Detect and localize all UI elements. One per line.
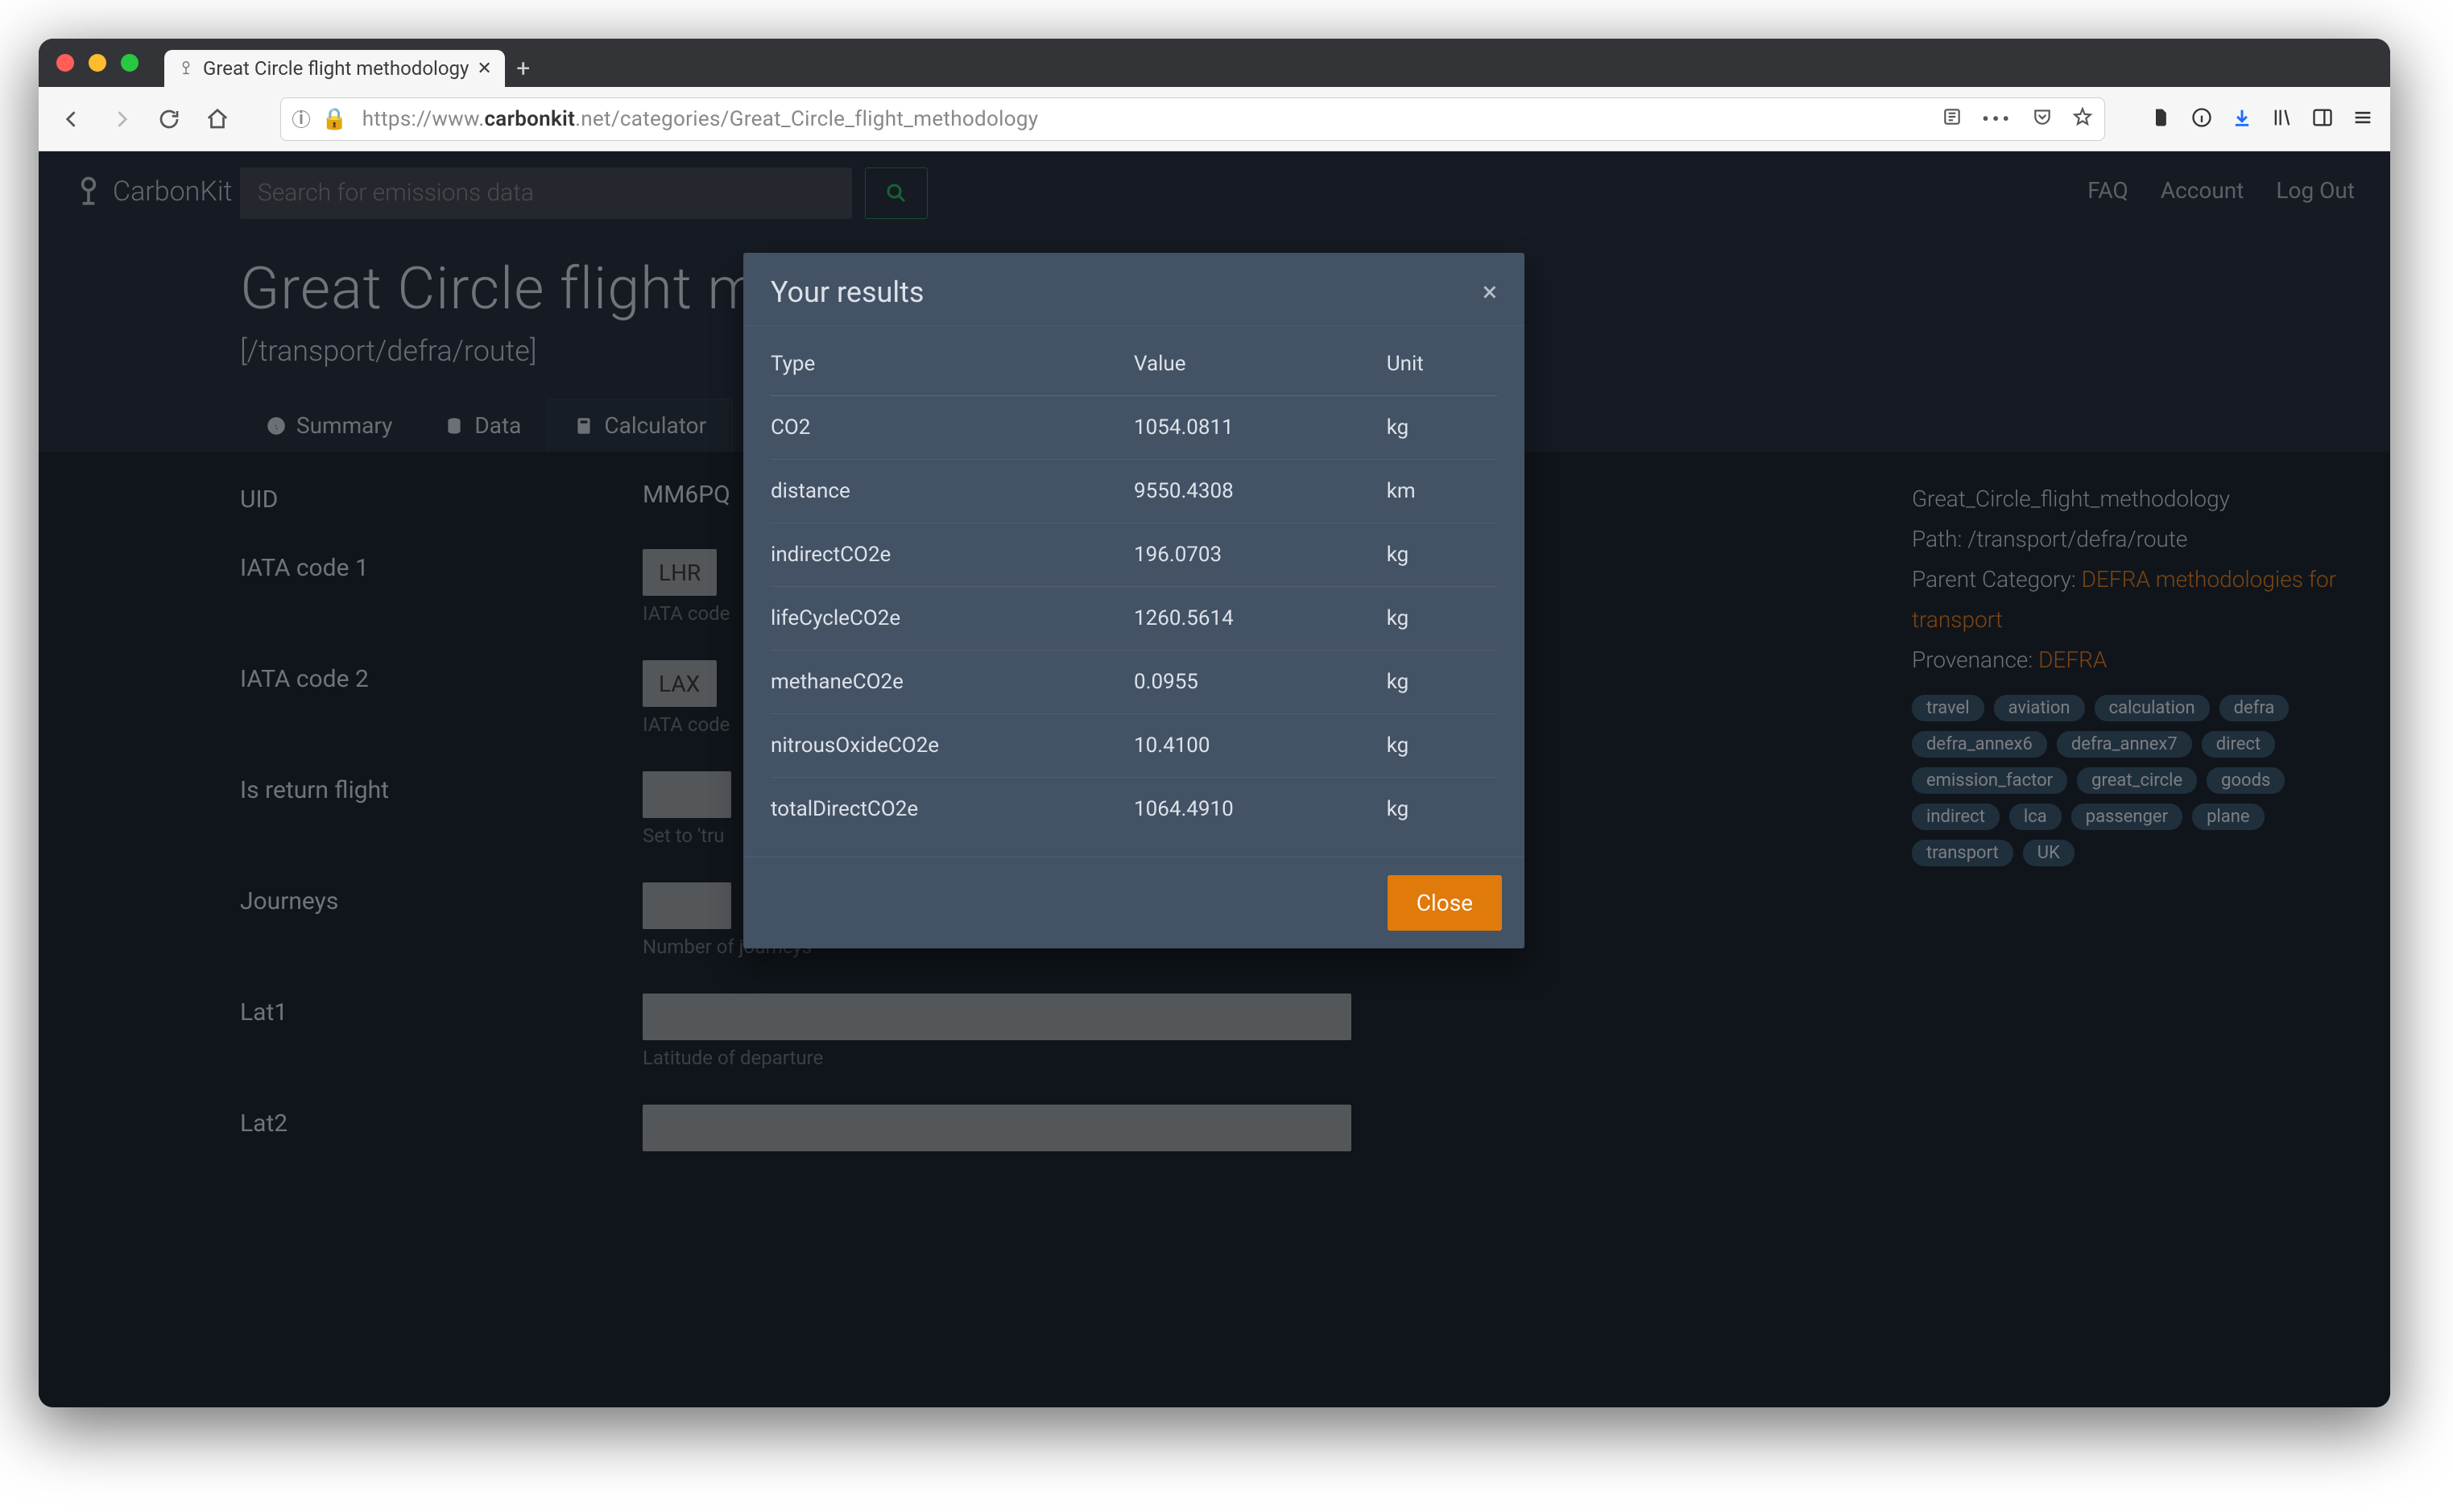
back-button[interactable] [55,101,90,137]
reader-icon[interactable] [1942,106,1963,132]
result-value: 9550.4308 [1134,479,1387,503]
pocket-icon[interactable] [2032,106,2053,132]
result-unit: kg [1387,797,1497,821]
result-value: 1064.4910 [1134,797,1387,821]
result-type: distance [771,479,1134,503]
result-unit: kg [1387,733,1497,758]
result-type: nitrousOxideCO2e [771,733,1134,758]
tabstrip: Great Circle flight methodology ✕ + [39,39,2390,87]
results-row: totalDirectCO2e1064.4910kg [771,778,1497,841]
result-type: CO2 [771,415,1134,440]
results-row: indirectCO2e196.0703kg [771,523,1497,587]
menu-hamburger-icon[interactable] [2352,106,2374,132]
window-controls [56,39,139,87]
window-zoom-button[interactable] [121,54,139,72]
sidebar-icon[interactable] [2311,106,2334,132]
toolbar-extensions [2150,106,2374,132]
result-type: totalDirectCO2e [771,797,1134,821]
site-info-icon[interactable]: i [292,110,310,128]
modal-title: Your results [771,275,924,309]
result-type: indirectCO2e [771,543,1134,567]
results-header: Value [1134,352,1387,376]
result-unit: kg [1387,670,1497,694]
browser-toolbar: i 🔒 https://www.carbonkit.net/categories… [39,87,2390,151]
results-row: CO21054.0811kg [771,396,1497,460]
results-header: Type [771,352,1134,376]
favicon-icon [177,60,195,77]
evernote-icon[interactable] [2150,106,2173,132]
result-type: methaneCO2e [771,670,1134,694]
results-table: TypeValueUnitCO21054.0811kgdistance9550.… [743,325,1524,857]
result-value: 0.0955 [1134,670,1387,694]
library-icon[interactable] [2271,106,2294,132]
lock-icon: 🔒 [321,107,351,131]
result-value: 196.0703 [1134,543,1387,567]
results-modal: Your results × TypeValueUnit CO21054.0811… [743,253,1524,948]
result-value: 1054.0811 [1134,415,1387,440]
window-minimize-button[interactable] [89,54,106,72]
home-button[interactable] [200,101,235,137]
browser-window: Great Circle flight methodology ✕ + i 🔒 … [39,39,2390,1407]
result-unit: km [1387,479,1497,503]
url-text: https://www.carbonkit.net/categories/Gre… [362,107,1039,131]
address-bar[interactable]: i 🔒 https://www.carbonkit.net/categories… [280,97,2105,141]
result-unit: kg [1387,543,1497,567]
modal-close-icon[interactable]: × [1483,276,1497,308]
tab-close-icon[interactable]: ✕ [477,59,491,79]
window-close-button[interactable] [56,54,74,72]
meatball-icon[interactable]: ••• [1982,108,2012,130]
browser-tab[interactable]: Great Circle flight methodology ✕ [164,50,505,87]
info-icon[interactable] [2190,106,2213,132]
results-row: lifeCycleCO2e1260.5614kg [771,587,1497,651]
result-type: lifeCycleCO2e [771,606,1134,630]
new-tab-button[interactable]: + [505,50,542,87]
results-row: distance9550.4308km [771,460,1497,523]
close-button[interactable]: Close [1388,875,1502,931]
page-viewport: CarbonKit Search for emissions data FAQ … [39,151,2390,1407]
result-value: 1260.5614 [1134,606,1387,630]
results-row: nitrousOxideCO2e10.4100kg [771,714,1497,778]
bookmark-star-icon[interactable] [2072,106,2093,132]
tab-title: Great Circle flight methodology [203,57,469,80]
result-value: 10.4100 [1134,733,1387,758]
forward-button[interactable] [103,101,139,137]
results-header: Unit [1387,352,1497,376]
downloads-icon[interactable] [2231,106,2253,132]
results-row: methaneCO2e0.0955kg [771,651,1497,714]
result-unit: kg [1387,606,1497,630]
reload-button[interactable] [151,101,187,137]
result-unit: kg [1387,415,1497,440]
